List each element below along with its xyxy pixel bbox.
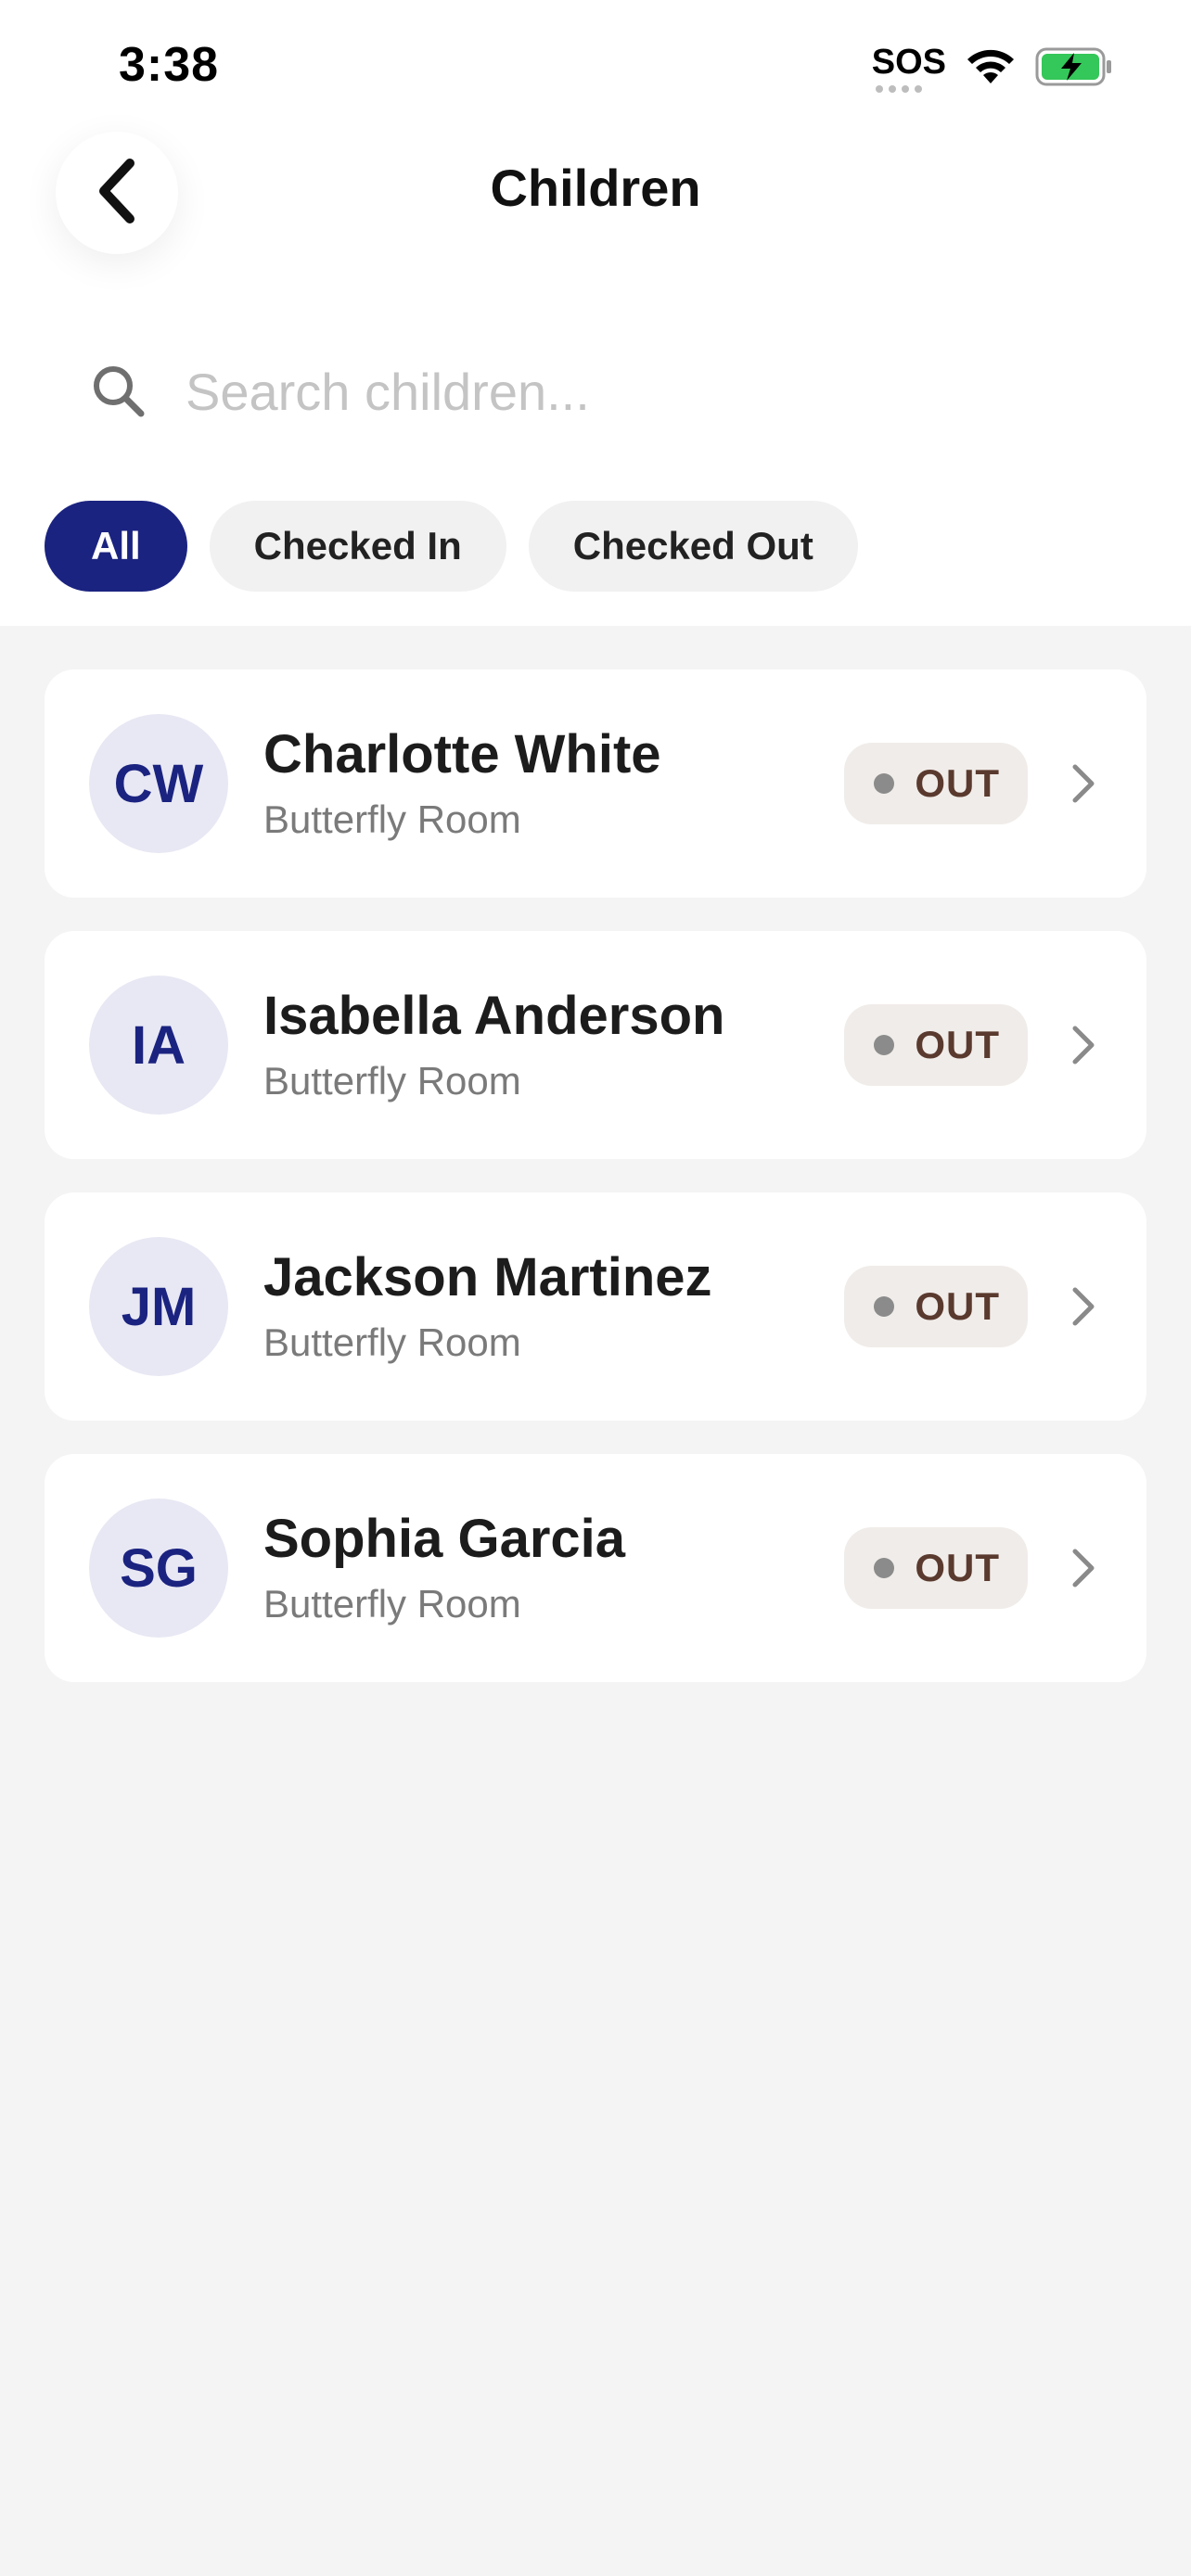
child-room: Butterfly Room xyxy=(263,1581,521,1626)
chevron-right-icon xyxy=(1065,1548,1102,1588)
status-dot xyxy=(874,1035,895,1055)
search-input[interactable] xyxy=(186,361,1020,422)
child-card[interactable]: JM Jackson Martinez Butterfly Room OUT xyxy=(45,1192,1146,1421)
status-icons: SOS xyxy=(872,41,1113,96)
child-room: Butterfly Room xyxy=(263,797,521,841)
filter-checked-in-label: Checked In xyxy=(253,524,462,567)
status-badge: OUT xyxy=(844,743,1028,824)
status-dot xyxy=(874,1296,895,1317)
child-info: Sophia Garcia Butterfly Room xyxy=(263,1510,844,1626)
status-badge: OUT xyxy=(844,1004,1028,1086)
child-card[interactable]: CW Charlotte White Butterfly Room OUT xyxy=(45,670,1146,898)
filter-chips: All Checked In Checked Out xyxy=(45,501,858,592)
children-list: CW Charlotte White Butterfly Room OUT IA… xyxy=(45,670,1146,1682)
wifi-icon xyxy=(965,48,1017,90)
filter-checked-out[interactable]: Checked Out xyxy=(528,501,858,592)
chevron-right-icon xyxy=(1065,1025,1102,1065)
battery-charging-icon xyxy=(1035,47,1113,91)
status-label: OUT xyxy=(915,1284,1000,1328)
avatar: IA xyxy=(89,976,228,1115)
child-info: Jackson Martinez Butterfly Room xyxy=(263,1248,844,1365)
avatar: SG xyxy=(89,1498,228,1638)
child-room: Butterfly Room xyxy=(263,1320,521,1364)
filter-checked-out-label: Checked Out xyxy=(572,524,813,567)
status-time: 3:38 xyxy=(119,38,220,92)
status-label: OUT xyxy=(915,761,1000,805)
sos-label: SOS xyxy=(871,43,946,82)
search-bar[interactable] xyxy=(89,352,1109,430)
sos-indicator: SOS xyxy=(872,45,946,93)
status-dot xyxy=(874,773,895,794)
filter-all[interactable]: All xyxy=(45,501,187,592)
status-label: OUT xyxy=(915,1023,1000,1066)
child-name: Sophia Garcia xyxy=(263,1509,626,1570)
child-name: Isabella Anderson xyxy=(263,986,725,1047)
chevron-right-icon xyxy=(1065,763,1102,804)
status-badge: OUT xyxy=(844,1527,1028,1609)
status-label: OUT xyxy=(915,1546,1000,1589)
status-badge: OUT xyxy=(844,1266,1028,1347)
search-icon xyxy=(89,362,148,421)
child-name: Charlotte White xyxy=(263,724,661,785)
child-room: Butterfly Room xyxy=(263,1058,521,1103)
child-info: Isabella Anderson Butterfly Room xyxy=(263,987,844,1103)
child-info: Charlotte White Butterfly Room xyxy=(263,725,844,842)
child-name: Jackson Martinez xyxy=(263,1247,712,1308)
chevron-right-icon xyxy=(1065,1286,1102,1327)
filter-checked-in[interactable]: Checked In xyxy=(209,501,506,592)
child-card[interactable]: SG Sophia Garcia Butterfly Room OUT xyxy=(45,1454,1146,1682)
child-card[interactable]: IA Isabella Anderson Butterfly Room OUT xyxy=(45,931,1146,1159)
signal-dots xyxy=(875,85,922,93)
avatar: CW xyxy=(89,714,228,853)
page-title: Children xyxy=(490,159,701,217)
filter-all-label: All xyxy=(91,524,141,567)
status-dot xyxy=(874,1558,895,1578)
avatar: JM xyxy=(89,1237,228,1376)
